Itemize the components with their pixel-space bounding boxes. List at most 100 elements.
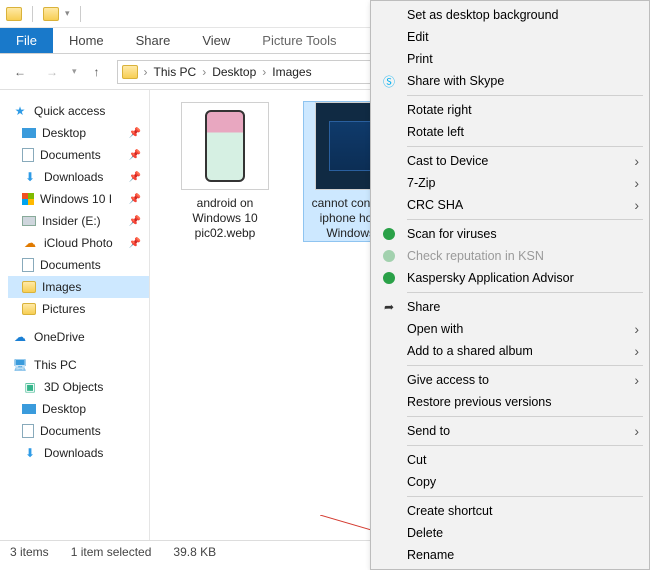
sidebar-item-documents[interactable]: Documents <box>8 420 149 442</box>
menu-edit[interactable]: Edit <box>373 26 647 48</box>
sidebar-quick-access[interactable]: ★Quick access <box>8 100 149 122</box>
quick-access-toolbar: ▾ <box>0 6 85 22</box>
chevron-right-icon[interactable]: › <box>202 65 206 79</box>
menu-create-shortcut[interactable]: Create shortcut <box>373 500 647 522</box>
chevron-down-icon[interactable]: ▾ <box>72 66 77 77</box>
sidebar-item-documents[interactable]: Documents📌 <box>8 144 149 166</box>
sidebar-item-insider[interactable]: Insider (E:)📌 <box>8 210 149 232</box>
tab-share[interactable]: Share <box>120 28 187 53</box>
chevron-right-icon[interactable]: › <box>262 65 266 79</box>
menu-restore-previous-versions[interactable]: Restore previous versions <box>373 391 647 413</box>
kaspersky-icon <box>381 272 397 284</box>
navigation-pane: ★Quick access Desktop📌 Documents📌 ⬇Downl… <box>0 90 150 540</box>
pin-icon: 📌 <box>129 216 145 227</box>
menu-delete[interactable]: Delete <box>373 522 647 544</box>
pin-icon: 📌 <box>129 150 145 161</box>
download-icon: ⬇ <box>22 445 38 461</box>
tab-file[interactable]: File <box>0 28 53 53</box>
sidebar-item-windows10[interactable]: Windows 10 I📌 <box>8 188 149 210</box>
drive-icon <box>22 216 36 226</box>
sidebar-item-desktop[interactable]: Desktop <box>8 398 149 420</box>
file-name-label: android on Windows 10 pic02.webp <box>170 196 280 241</box>
status-item-count: 3 items <box>10 545 49 559</box>
pin-icon: 📌 <box>129 194 145 205</box>
folder-icon[interactable] <box>6 7 22 21</box>
pin-icon: 📌 <box>129 172 145 183</box>
context-menu: Set as desktop background Edit Print ⓈSh… <box>370 0 650 570</box>
folder-icon <box>22 303 36 315</box>
sidebar-item-3dobjects[interactable]: ▣3D Objects <box>8 376 149 398</box>
folder-icon <box>122 65 138 79</box>
chevron-right-icon: › <box>634 343 639 359</box>
desktop-icon <box>22 128 36 138</box>
menu-cut[interactable]: Cut <box>373 449 647 471</box>
menu-rotate-right[interactable]: Rotate right <box>373 99 647 121</box>
up-button[interactable]: ↑ <box>85 60 109 84</box>
chevron-right-icon: › <box>634 153 639 169</box>
chevron-right-icon: › <box>634 423 639 439</box>
menu-copy[interactable]: Copy <box>373 471 647 493</box>
menu-rename[interactable]: Rename <box>373 544 647 566</box>
file-thumbnail <box>181 102 269 190</box>
star-icon: ★ <box>12 103 28 119</box>
menu-open-with[interactable]: Open with› <box>373 318 647 340</box>
chevron-right-icon: › <box>634 175 639 191</box>
pin-icon: 📌 <box>129 128 145 139</box>
tab-view[interactable]: View <box>186 28 246 53</box>
menu-print[interactable]: Print <box>373 48 647 70</box>
desktop-icon <box>22 404 36 414</box>
kaspersky-icon <box>381 228 397 240</box>
breadcrumb[interactable]: Desktop <box>212 65 256 79</box>
back-button[interactable]: ← <box>8 60 32 84</box>
sidebar-item-pictures[interactable]: Pictures <box>8 298 149 320</box>
chevron-right-icon: › <box>634 321 639 337</box>
forward-button[interactable]: → <box>40 60 64 84</box>
sidebar-item-desktop[interactable]: Desktop📌 <box>8 122 149 144</box>
menu-set-as-desktop-background[interactable]: Set as desktop background <box>373 4 647 26</box>
sidebar-item-icloud[interactable]: ☁iCloud Photo📌 <box>8 232 149 254</box>
folder-icon[interactable] <box>43 7 59 21</box>
skype-icon: Ⓢ <box>381 73 397 90</box>
document-icon <box>22 258 34 272</box>
windows-icon <box>22 193 34 205</box>
share-icon: ➦ <box>381 300 397 314</box>
menu-check-reputation: Check reputation in KSN <box>373 245 647 267</box>
status-size: 39.8 KB <box>173 545 216 559</box>
kaspersky-icon <box>381 250 397 262</box>
pc-icon: 🖥 <box>12 357 28 373</box>
chevron-right-icon: › <box>634 372 639 388</box>
tab-home[interactable]: Home <box>53 28 120 53</box>
pin-icon: 📌 <box>129 238 145 249</box>
objects-icon: ▣ <box>22 379 38 395</box>
sidebar-this-pc[interactable]: 🖥This PC <box>8 354 149 376</box>
sidebar-item-images[interactable]: Images <box>8 276 149 298</box>
menu-crc-sha[interactable]: CRC SHA› <box>373 194 647 216</box>
menu-kaspersky-advisor[interactable]: Kaspersky Application Advisor <box>373 267 647 289</box>
menu-add-shared-album[interactable]: Add to a shared album› <box>373 340 647 362</box>
chevron-right-icon: › <box>634 197 639 213</box>
tab-picture-tools[interactable]: Picture Tools <box>246 28 352 53</box>
onedrive-icon: ☁ <box>12 329 28 345</box>
breadcrumb[interactable]: This PC <box>154 65 197 79</box>
sidebar-onedrive[interactable]: ☁OneDrive <box>8 326 149 348</box>
cloud-icon: ☁ <box>22 235 38 251</box>
status-selected-count: 1 item selected <box>71 545 152 559</box>
menu-share[interactable]: ➦Share <box>373 296 647 318</box>
menu-share-with-skype[interactable]: ⓈShare with Skype <box>373 70 647 92</box>
download-icon: ⬇ <box>22 169 38 185</box>
menu-send-to[interactable]: Send to› <box>373 420 647 442</box>
breadcrumb[interactable]: Images <box>272 65 311 79</box>
document-icon <box>22 424 34 438</box>
sidebar-item-downloads[interactable]: ⬇Downloads <box>8 442 149 464</box>
menu-7zip[interactable]: 7-Zip› <box>373 172 647 194</box>
menu-scan-for-viruses[interactable]: Scan for viruses <box>373 223 647 245</box>
sidebar-item-documents[interactable]: Documents <box>8 254 149 276</box>
sidebar-item-downloads[interactable]: ⬇Downloads📌 <box>8 166 149 188</box>
document-icon <box>22 148 34 162</box>
menu-cast-to-device[interactable]: Cast to Device› <box>373 150 647 172</box>
chevron-down-icon[interactable]: ▾ <box>65 8 70 19</box>
file-item[interactable]: android on Windows 10 pic02.webp <box>170 102 280 241</box>
chevron-right-icon[interactable]: › <box>144 65 148 79</box>
menu-give-access-to[interactable]: Give access to› <box>373 369 647 391</box>
menu-rotate-left[interactable]: Rotate left <box>373 121 647 143</box>
